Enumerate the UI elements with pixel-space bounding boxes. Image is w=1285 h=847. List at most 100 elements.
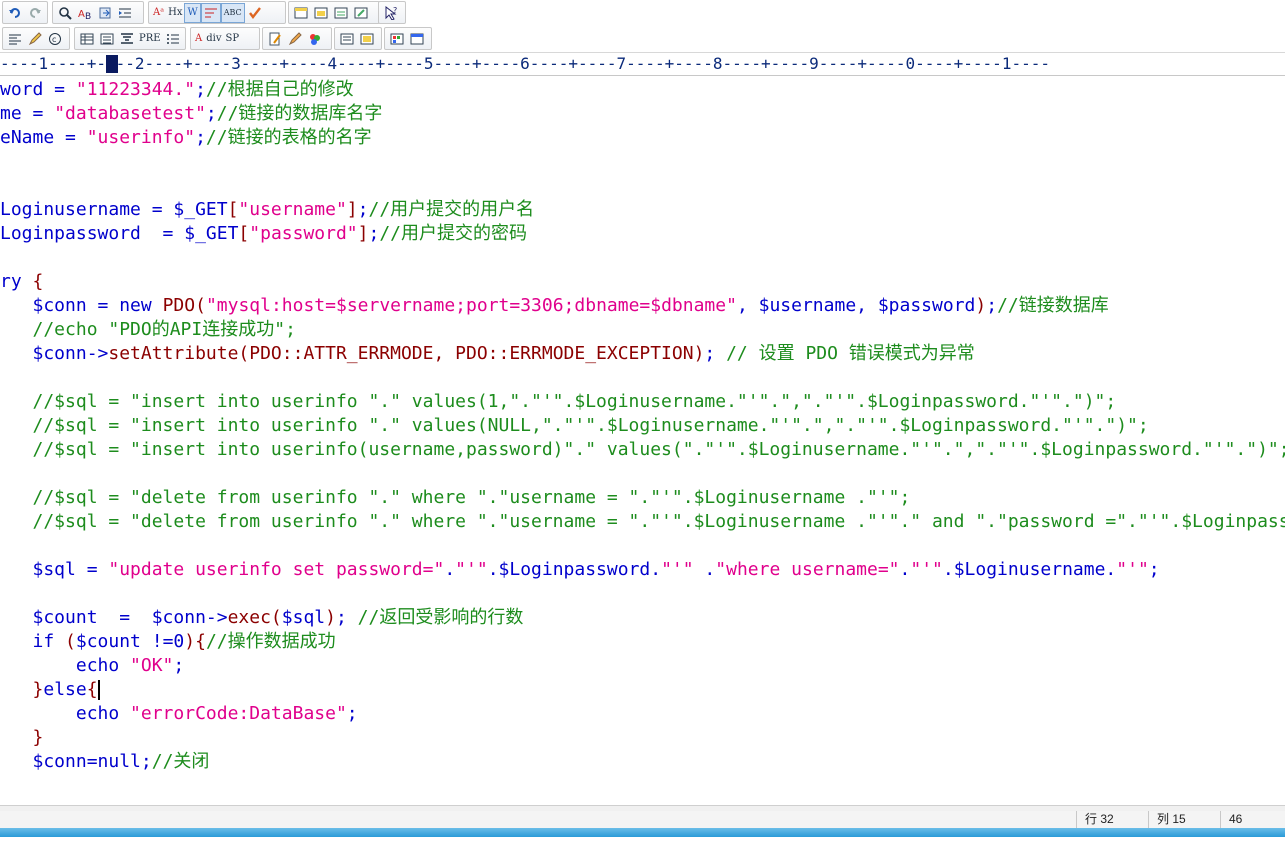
font-a-button[interactable]: Aᵃ <box>151 3 166 23</box>
form-button[interactable] <box>337 29 357 49</box>
code-line[interactable]: }else{ <box>0 678 1285 702</box>
image-icon <box>360 32 374 46</box>
code-line[interactable] <box>0 582 1285 606</box>
window-cascade-button[interactable] <box>351 3 371 23</box>
ruler-cursor-marker <box>106 55 118 73</box>
code-token-cmt: //关闭 <box>151 751 210 772</box>
browser-preview-button[interactable] <box>407 29 427 49</box>
code-line[interactable]: echo "errorCode:DataBase"; <box>0 702 1285 726</box>
code-line[interactable]: if ($count !=0){//操作数据成功 <box>0 630 1285 654</box>
image-button[interactable] <box>357 29 377 49</box>
window-button[interactable] <box>291 3 311 23</box>
indent-button[interactable] <box>115 3 135 23</box>
code-line[interactable]: ry { <box>0 270 1285 294</box>
code-line[interactable]: //$sql = "delete from userinfo "." where… <box>0 486 1285 510</box>
div-button[interactable]: div <box>204 29 223 49</box>
code-line[interactable] <box>0 150 1285 174</box>
list-button[interactable] <box>97 29 117 49</box>
align-left-button[interactable] <box>5 29 25 49</box>
code-line[interactable]: //$sql = "insert into userinfo "." value… <box>0 414 1285 438</box>
undo-button[interactable] <box>5 3 25 23</box>
code-editor[interactable]: word = "11223344.";//根据自己的修改 me = "databa… <box>0 78 1285 780</box>
code-token-var: $conn-> <box>0 343 109 364</box>
div-icon: div <box>206 33 222 44</box>
code-token-str: "11223344." <box>75 79 196 100</box>
code-token-var: ; <box>357 199 369 220</box>
code-token-var: $conn = <box>0 295 120 316</box>
indent-icon <box>118 6 132 20</box>
toolbar-group <box>262 27 332 50</box>
edit-doc-button[interactable] <box>265 29 285 49</box>
window-split-button[interactable] <box>311 3 331 23</box>
redo-button[interactable] <box>25 3 45 23</box>
check-button[interactable] <box>245 3 265 23</box>
heading-button[interactable] <box>117 29 137 49</box>
code-line[interactable]: //echo "PDO的API连接成功"; <box>0 318 1285 342</box>
code-line[interactable] <box>0 246 1285 270</box>
colors-button[interactable] <box>305 29 325 49</box>
toolbar-group <box>384 27 432 50</box>
code-token-kw: new <box>119 295 163 316</box>
main-toolbar: A B Aᵃ Hx W ABC? <box>0 0 1285 26</box>
help-pointer-button[interactable]: ? <box>381 3 401 23</box>
code-line[interactable]: $sql = "update userinfo set password="."… <box>0 558 1285 582</box>
code-line[interactable] <box>0 462 1285 486</box>
code-line[interactable]: Loginusername = $_GET["username"];//用户提交… <box>0 198 1285 222</box>
code-token-cmt: //链接的表格的名字 <box>205 127 372 148</box>
code-line[interactable]: } <box>0 726 1285 750</box>
code-line[interactable]: //$sql = "delete from userinfo "." where… <box>0 510 1285 534</box>
code-token-var: ; <box>335 607 358 628</box>
code-line[interactable]: //$sql = "insert into userinfo(username,… <box>0 438 1285 462</box>
html-toolbar: c PRE Adiv SP <box>0 26 1285 53</box>
code-token-op: } <box>0 727 44 748</box>
code-token-var: ; <box>195 127 206 148</box>
toolbar-group <box>288 1 380 24</box>
font-red-button[interactable]: A <box>193 29 204 49</box>
copyright-button[interactable]: c <box>45 29 65 49</box>
spell-abc-button[interactable]: ABC <box>220 2 245 23</box>
colors-icon <box>308 32 322 46</box>
pen-button[interactable] <box>25 29 45 49</box>
status-bar: 行 32 列 15 46 <box>0 811 1285 828</box>
window-icon <box>294 6 308 20</box>
code-line[interactable]: //$sql = "insert into userinfo "." value… <box>0 390 1285 414</box>
browser-color-button[interactable] <box>387 29 407 49</box>
code-line[interactable] <box>0 366 1285 390</box>
code-line[interactable]: word = "11223344.";//根据自己的修改 <box>0 78 1285 102</box>
edit-pencil-button[interactable] <box>285 29 305 49</box>
code-line[interactable]: me = "databasetest";//链接的数据库名字 <box>0 102 1285 126</box>
pre-button[interactable]: PRE <box>137 29 163 49</box>
code-line[interactable]: $conn->setAttribute(PDO::ATTR_ERRMODE, P… <box>0 342 1285 366</box>
line-wrap-button[interactable] <box>200 2 221 23</box>
code-token-var: ; <box>986 295 998 316</box>
window-tile-button[interactable] <box>331 3 351 23</box>
code-token-fn: exec( <box>227 607 282 628</box>
table-button[interactable] <box>77 29 97 49</box>
code-line[interactable]: Loginpassword = $_GET["password"];//用户提交… <box>0 222 1285 246</box>
replace-button[interactable]: AB <box>75 3 95 23</box>
toolbar-group: c <box>2 27 70 50</box>
code-line[interactable]: $conn=null;//关闭 <box>0 750 1285 774</box>
align-left-icon <box>8 32 22 46</box>
svg-text:c: c <box>52 35 56 44</box>
code-token-var: , $username, $password <box>736 295 976 316</box>
code-token-str: "'" <box>910 559 943 580</box>
code-line[interactable]: $count = $conn->exec($sql); //返回受影响的行数 <box>0 606 1285 630</box>
code-line[interactable]: echo "OK"; <box>0 654 1285 678</box>
find-icon <box>58 6 72 20</box>
bottom-margin <box>0 837 1285 847</box>
span-button[interactable]: SP <box>223 29 241 49</box>
find-button[interactable] <box>55 3 75 23</box>
code-token-cmt: //根据自己的修改 <box>205 79 354 100</box>
word-wrap-button[interactable]: W <box>184 2 201 23</box>
svg-text:B: B <box>85 12 91 20</box>
code-line[interactable] <box>0 534 1285 558</box>
code-line[interactable]: $conn = new PDO("mysql:host=$servername;… <box>0 294 1285 318</box>
goto-button[interactable] <box>95 3 115 23</box>
bullet-list-button[interactable] <box>163 29 183 49</box>
code-line[interactable] <box>0 174 1285 198</box>
code-line[interactable]: eName = "userinfo";//链接的表格的名字 <box>0 126 1285 150</box>
code-token-var: ; <box>368 223 380 244</box>
hex-button[interactable]: Hx <box>166 3 184 23</box>
code-token-cmt: //链接的数据库名字 <box>216 103 383 124</box>
